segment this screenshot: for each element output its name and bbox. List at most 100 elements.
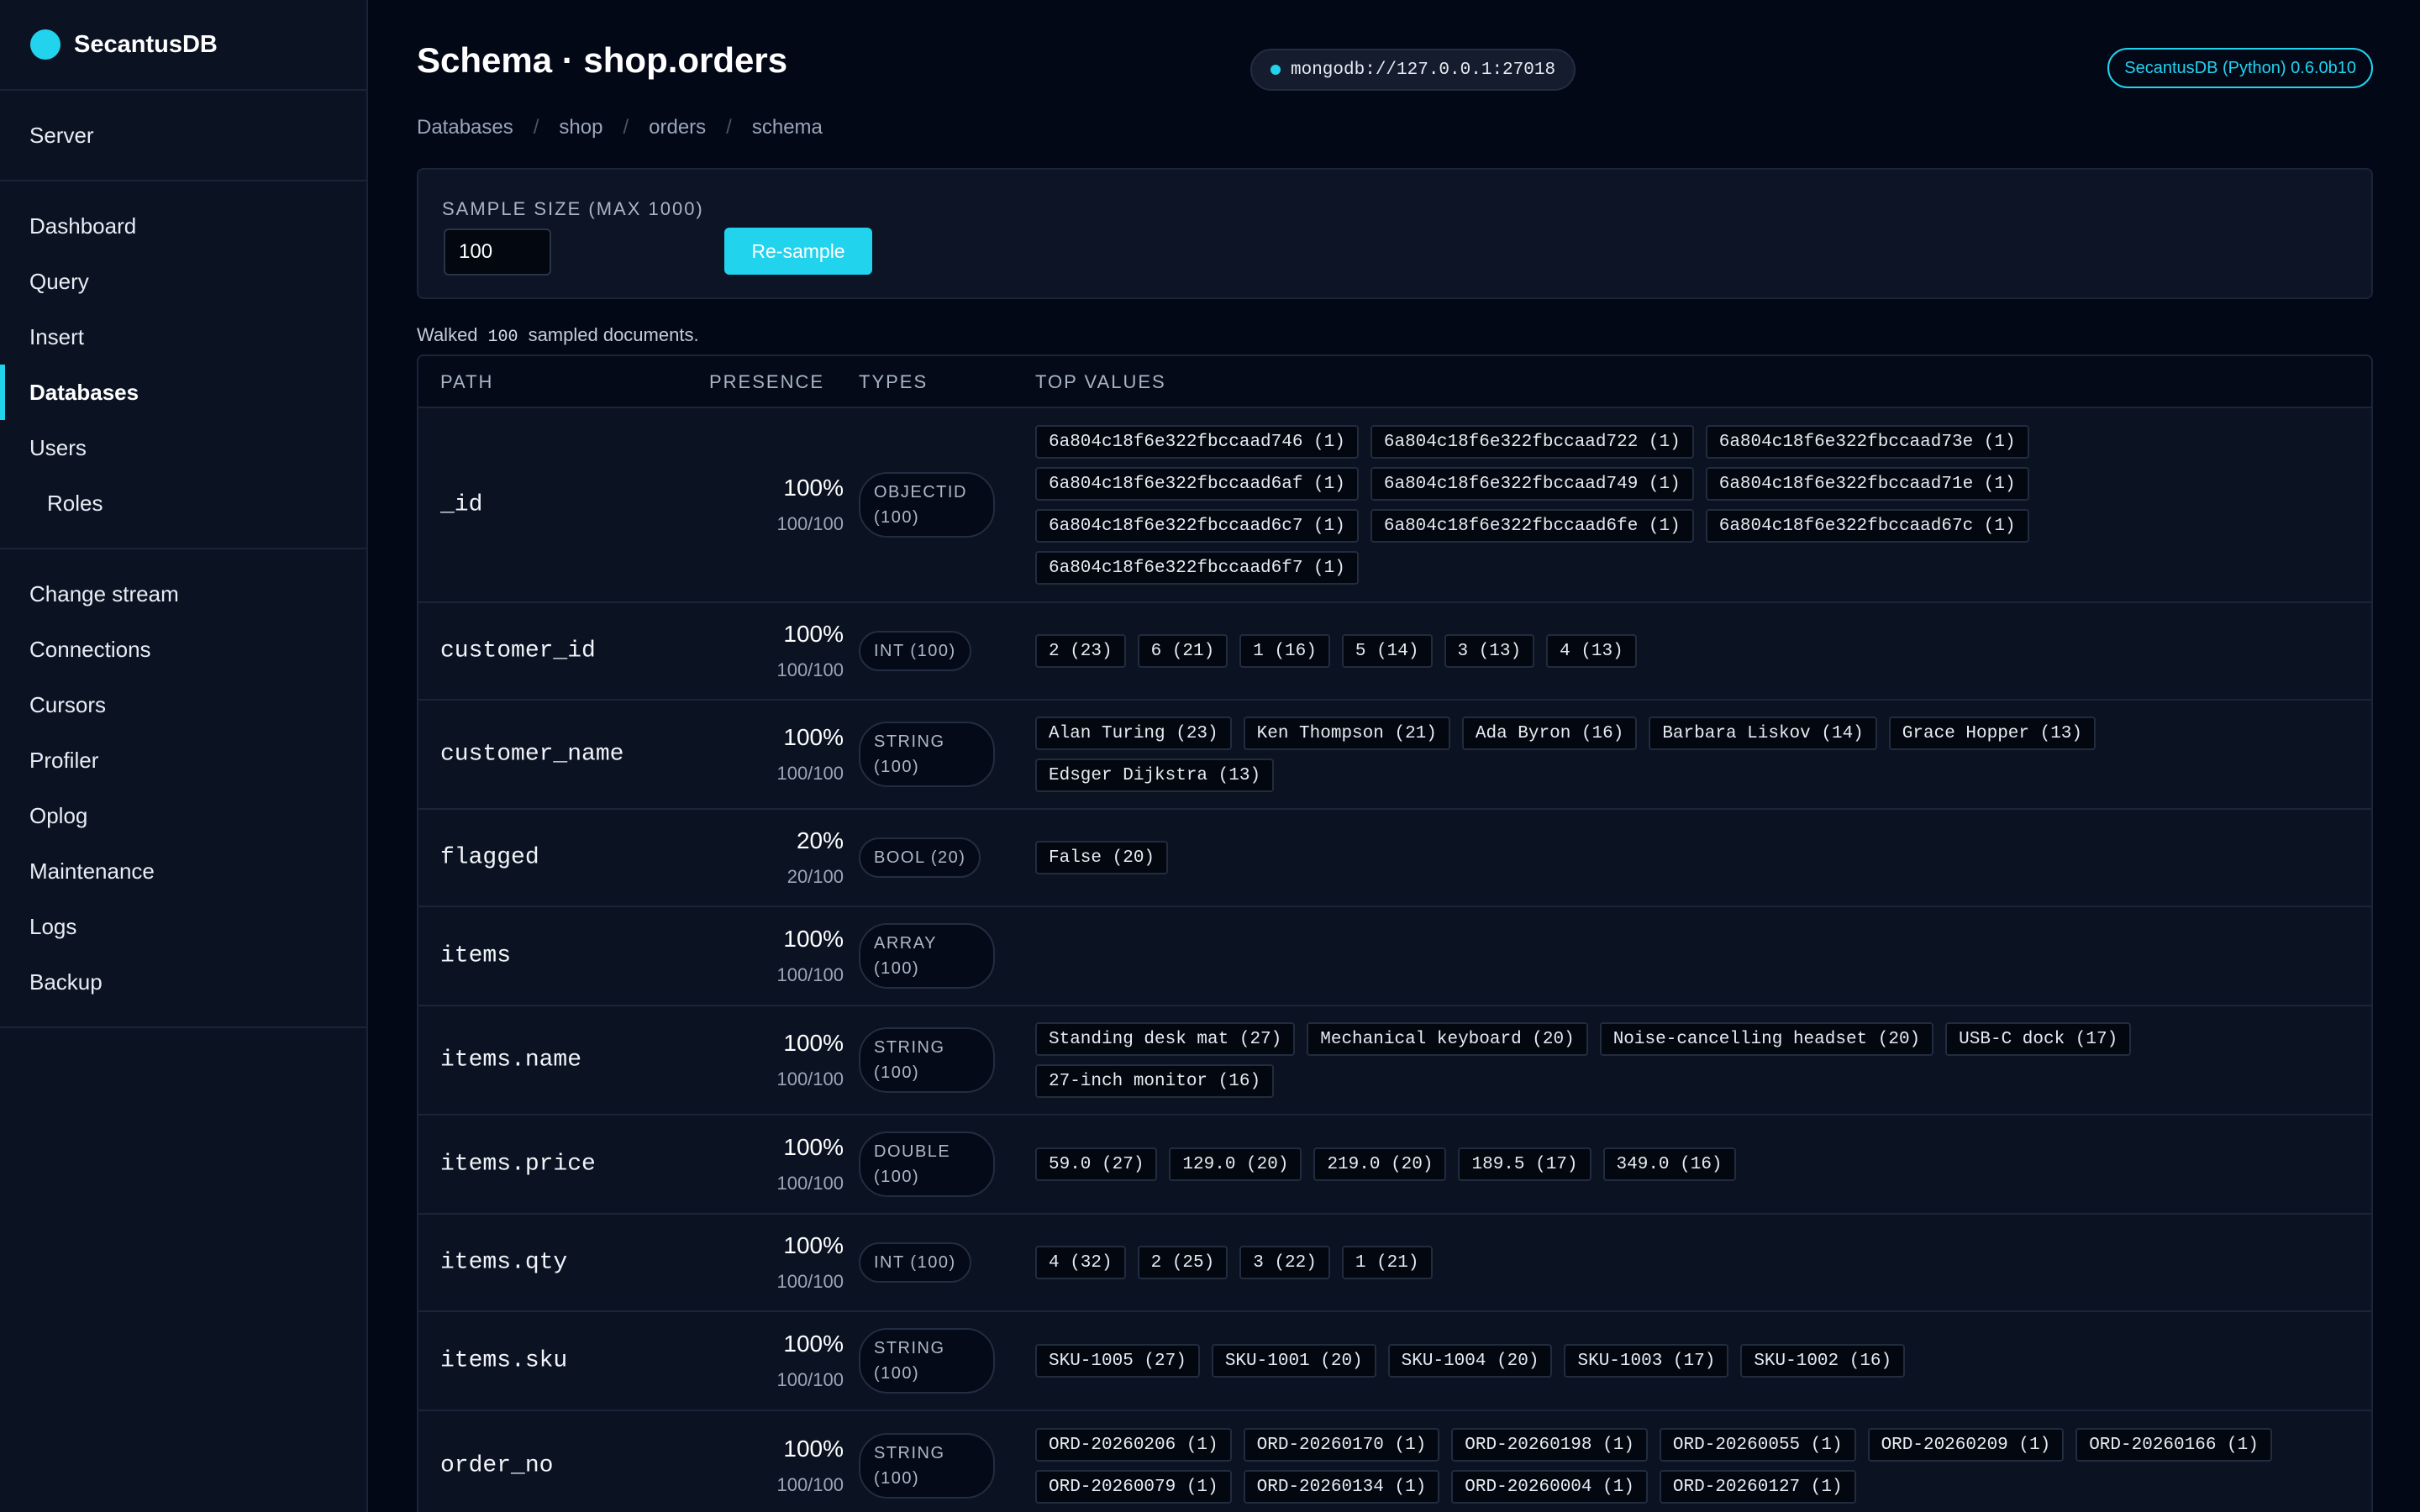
top-value-chip[interactable]: 59.0 (27) [1035,1147,1158,1181]
top-value-chip[interactable]: Standing desk mat (27) [1035,1022,1296,1056]
top-value-chip[interactable]: SKU-1004 (20) [1387,1344,1553,1378]
presence-percent: 100% [783,1232,844,1258]
top-value-chip[interactable]: SKU-1005 (27) [1035,1344,1200,1378]
top-value-chip[interactable]: 5 (14) [1341,634,1433,668]
top-value-chip[interactable]: ORD-20260170 (1) [1243,1428,1440,1462]
top-value-chip[interactable]: ORD-20260209 (1) [1867,1428,2065,1462]
sidebar-item-connections[interactable]: Connections [0,622,366,677]
top-value-chip[interactable]: 6a804c18f6e322fbccaad749 (1) [1370,467,1694,501]
field-path: items [440,942,512,969]
sidebar-item-users[interactable]: Users [0,420,366,475]
top-value-chip[interactable]: 4 (13) [1546,634,1637,668]
top-value-chip[interactable]: SKU-1001 (20) [1211,1344,1376,1378]
top-value-chip[interactable]: 4 (32) [1035,1246,1126,1279]
top-value-chip[interactable]: Alan Turing (23) [1035,717,1232,750]
top-value-chip[interactable]: ORD-20260198 (1) [1451,1428,1648,1462]
presence-fraction: 100/100 [776,659,844,680]
sidebar-item-backup[interactable]: Backup [0,954,366,1010]
presence-fraction: 100/100 [776,1068,844,1089]
top-value-chip[interactable]: USB-C dock (17) [1945,1022,2132,1056]
top-value-chip[interactable]: 6a804c18f6e322fbccaad71e (1) [1705,467,2029,501]
presence-percent: 100% [783,475,844,501]
top-value-chip[interactable]: 6 (21) [1137,634,1228,668]
top-value-chip[interactable]: Noise-cancelling headset (20) [1599,1022,1934,1056]
top-value-chip[interactable]: 6a804c18f6e322fbccaad6fe (1) [1370,509,1694,543]
top-value-chip[interactable]: Ada Byron (16) [1461,717,1638,750]
top-value-chip[interactable]: 189.5 (17) [1458,1147,1591,1181]
top-value-chip[interactable]: 6a804c18f6e322fbccaad6f7 (1) [1035,551,1359,585]
top-value-chip[interactable]: Mechanical keyboard (20) [1307,1022,1588,1056]
top-value-chip[interactable]: 2 (25) [1137,1246,1228,1279]
type-badge: STRING (100) [859,722,995,787]
type-badge: OBJECTID (100) [859,472,995,538]
top-value-chip[interactable]: 6a804c18f6e322fbccaad6c7 (1) [1035,509,1359,543]
type-badge: DOUBLE (100) [859,1131,995,1197]
sidebar-item-databases[interactable]: Databases [0,365,366,420]
presence-cell: 100% 100/100 [776,621,844,681]
sidebar-item-dashboard[interactable]: Dashboard [0,198,366,254]
top-values: 2 (23) 6 (21) 1 (16) 5 (14) 3 (13) 4 (13) [1035,634,2346,668]
walked-summary: Walked 100 sampled documents. [417,324,699,347]
top-values: 4 (32) 2 (25) 3 (22) 1 (21) [1035,1246,2346,1279]
table-row: items.price 100% 100/100 DOUBLE (100) 59.0 (… [418,1116,2371,1215]
top-value-chip[interactable]: SKU-1003 (17) [1564,1344,1729,1378]
table-row: items.name 100% 100/100 STRING (100) Standin… [418,1006,2371,1116]
sample-size-input[interactable] [444,228,551,276]
top-value-chip[interactable]: 6a804c18f6e322fbccaad73e (1) [1705,425,2029,459]
top-value-chip[interactable]: 6a804c18f6e322fbccaad67c (1) [1705,509,2029,543]
breadcrumb-orders[interactable]: orders [649,116,706,139]
presence-cell: 100% 100/100 [776,1436,844,1496]
top-value-chip[interactable]: 1 (16) [1239,634,1330,668]
top-value-chip[interactable]: ORD-20260166 (1) [2075,1428,2272,1462]
field-path: items.name [440,1047,582,1074]
sidebar-item-query[interactable]: Query [0,254,366,309]
sidebar-item-roles[interactable]: Roles [0,475,366,531]
top-value-chip[interactable]: Ken Thompson (21) [1243,717,1450,750]
sidebar-item-change-stream[interactable]: Change stream [0,566,366,622]
status-dot-icon [1270,65,1281,75]
presence-fraction: 100/100 [776,964,844,985]
top-value-chip[interactable]: 6a804c18f6e322fbccaad6af (1) [1035,467,1359,501]
top-value-chip[interactable]: SKU-1002 (16) [1740,1344,1906,1378]
sidebar-item-maintenance[interactable]: Maintenance [0,843,366,899]
logo-icon [30,29,60,60]
resample-button[interactable]: Re-sample [724,228,872,275]
top-value-chip[interactable]: 349.0 (16) [1602,1147,1736,1181]
top-value-chip[interactable]: ORD-20260127 (1) [1659,1470,1856,1504]
sidebar-item-oplog[interactable]: Oplog [0,788,366,843]
top-value-chip[interactable]: 129.0 (20) [1169,1147,1302,1181]
top-value-chip[interactable]: False (20) [1035,841,1169,874]
top-value-chip[interactable]: 219.0 (20) [1313,1147,1447,1181]
top-value-chip[interactable]: ORD-20260134 (1) [1243,1470,1440,1504]
top-value-chip[interactable]: 3 (22) [1239,1246,1330,1279]
breadcrumb-shop[interactable]: shop [559,116,602,139]
top-value-chip[interactable]: Edsger Dijkstra (13) [1035,759,1275,792]
sidebar-item-logs[interactable]: Logs [0,899,366,954]
type-badge: STRING (100) [859,1027,995,1093]
top-value-chip[interactable]: 27-inch monitor (16) [1035,1064,1275,1098]
sidebar-item-cursors[interactable]: Cursors [0,677,366,732]
top-value-chip[interactable]: 6a804c18f6e322fbccaad746 (1) [1035,425,1359,459]
top-value-chip[interactable]: 1 (21) [1341,1246,1433,1279]
breadcrumb-databases[interactable]: Databases [417,116,513,139]
field-path: customer_id [440,638,596,664]
breadcrumb-schema: schema [751,116,823,139]
top-value-chip[interactable]: Barbara Liskov (14) [1649,717,1877,750]
top-value-chip[interactable]: ORD-20260055 (1) [1659,1428,1856,1462]
presence-fraction: 100/100 [776,1173,844,1194]
sidebar-item-server[interactable]: Server [0,108,366,163]
brand[interactable]: SecantusDB [0,0,366,91]
top-value-chip[interactable]: ORD-20260004 (1) [1451,1470,1648,1504]
sidebar-item-profiler[interactable]: Profiler [0,732,366,788]
sample-size-label: SAMPLE SIZE (MAX 1000) [442,198,704,219]
top-value-chip[interactable]: 3 (13) [1444,634,1535,668]
top-values: False (20) [1035,841,2346,874]
presence-percent: 100% [783,1134,844,1160]
top-value-chip[interactable]: ORD-20260206 (1) [1035,1428,1232,1462]
top-value-chip[interactable]: 2 (23) [1035,634,1126,668]
presence-cell: 100% 100/100 [776,1030,844,1090]
top-value-chip[interactable]: Grace Hopper (13) [1888,717,2096,750]
top-value-chip[interactable]: ORD-20260079 (1) [1035,1470,1232,1504]
sidebar-item-insert[interactable]: Insert [0,309,366,365]
top-value-chip[interactable]: 6a804c18f6e322fbccaad722 (1) [1370,425,1694,459]
